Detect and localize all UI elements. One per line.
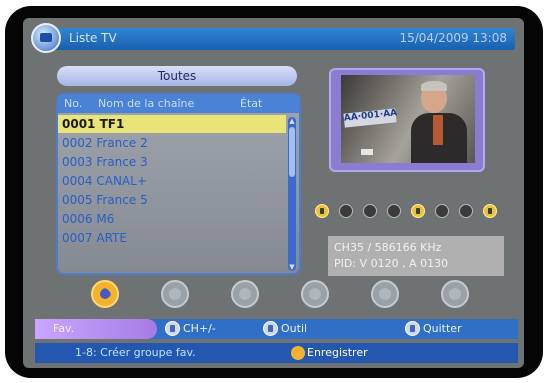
status-bar: 1-8: Créer groupe fav. Enregistrer xyxy=(35,343,518,363)
preview-logo xyxy=(361,149,373,155)
scroll-thumb[interactable] xyxy=(289,127,295,177)
date-time: 15/04/2009 13:08 xyxy=(399,31,507,45)
exit-key-icon xyxy=(405,321,420,336)
person-icon xyxy=(483,204,497,218)
lock-button[interactable] xyxy=(161,280,189,308)
header-bar: Liste TV 15/04/2009 13:08 xyxy=(31,23,515,53)
channel-row[interactable]: 0002 France 2 xyxy=(58,134,286,152)
channel-list[interactable]: No. Nom de la chaîne État 0001 TF1 0002 … xyxy=(56,93,301,275)
tv-icon xyxy=(315,204,329,218)
video-preview: AA·001·AA xyxy=(341,75,475,163)
circle-icon xyxy=(459,204,473,218)
delete-button[interactable] xyxy=(301,280,329,308)
channel-row[interactable]: 0005 France 5 xyxy=(58,191,286,209)
scroll-down-icon[interactable]: ▼ xyxy=(288,263,296,271)
ok-key-icon xyxy=(263,321,278,336)
save-hint: Enregistrer xyxy=(307,346,368,359)
circle-icon xyxy=(363,204,377,218)
tv-icon xyxy=(31,23,61,53)
skip-button[interactable] xyxy=(371,280,399,308)
frequency-text: CH35 / 586166 KHz xyxy=(334,241,442,254)
osd-screen: Liste TV 15/04/2009 13:08 Toutes No. Nom… xyxy=(23,18,524,368)
preview-person-hair xyxy=(421,81,447,91)
video-preview-frame: AA·001·AA xyxy=(329,68,485,172)
group-selector[interactable]: Toutes xyxy=(57,66,297,86)
page-title: Liste TV xyxy=(69,31,117,45)
fav-tab[interactable]: Fav. xyxy=(35,319,157,339)
list-scrollbar[interactable]: ▲ ▼ xyxy=(288,117,296,271)
favorite-button[interactable] xyxy=(91,280,119,308)
preview-person-tie xyxy=(433,115,443,145)
column-no: No. xyxy=(64,97,83,110)
preview-sign: AA·001·AA xyxy=(343,108,398,128)
help-bar: Fav. CH+/- Outil Quitter xyxy=(35,319,518,339)
status-icon-row xyxy=(315,204,505,220)
circle-icon xyxy=(339,204,353,218)
status-left-text: 1-8: Créer groupe fav. xyxy=(75,346,196,359)
column-name: Nom de la chaîne xyxy=(98,97,195,110)
yellow-key-icon xyxy=(291,346,305,360)
edit-button[interactable] xyxy=(231,280,259,308)
channel-row[interactable]: 0003 France 3 xyxy=(58,153,286,171)
column-state: État xyxy=(240,97,263,110)
signal-info-box: CH35 / 586166 KHz PID: V 0120 , A 0130 xyxy=(328,236,504,276)
outil-hint: Outil xyxy=(281,322,308,335)
quit-hint: Quitter xyxy=(423,322,462,335)
pid-text: PID: V 0120 , A 0130 xyxy=(334,257,449,270)
search-button[interactable] xyxy=(441,280,469,308)
tv-frame: Liste TV 15/04/2009 13:08 Toutes No. Nom… xyxy=(5,6,543,378)
list-header: No. Nom de la chaîne État xyxy=(58,95,299,113)
channel-row[interactable]: 0004 CANAL+ xyxy=(58,172,286,190)
channel-row[interactable]: 0001 TF1 xyxy=(58,115,286,133)
ch-hint: CH+/- xyxy=(183,322,216,335)
channel-row[interactable]: 0007 ARTE xyxy=(58,229,286,247)
circle-icon xyxy=(435,204,449,218)
scroll-up-icon[interactable]: ▲ xyxy=(288,117,296,125)
channel-row[interactable]: 0006 M6 xyxy=(58,210,286,228)
updown-key-icon xyxy=(165,321,180,336)
lock-icon xyxy=(411,204,425,218)
circle-icon xyxy=(387,204,401,218)
